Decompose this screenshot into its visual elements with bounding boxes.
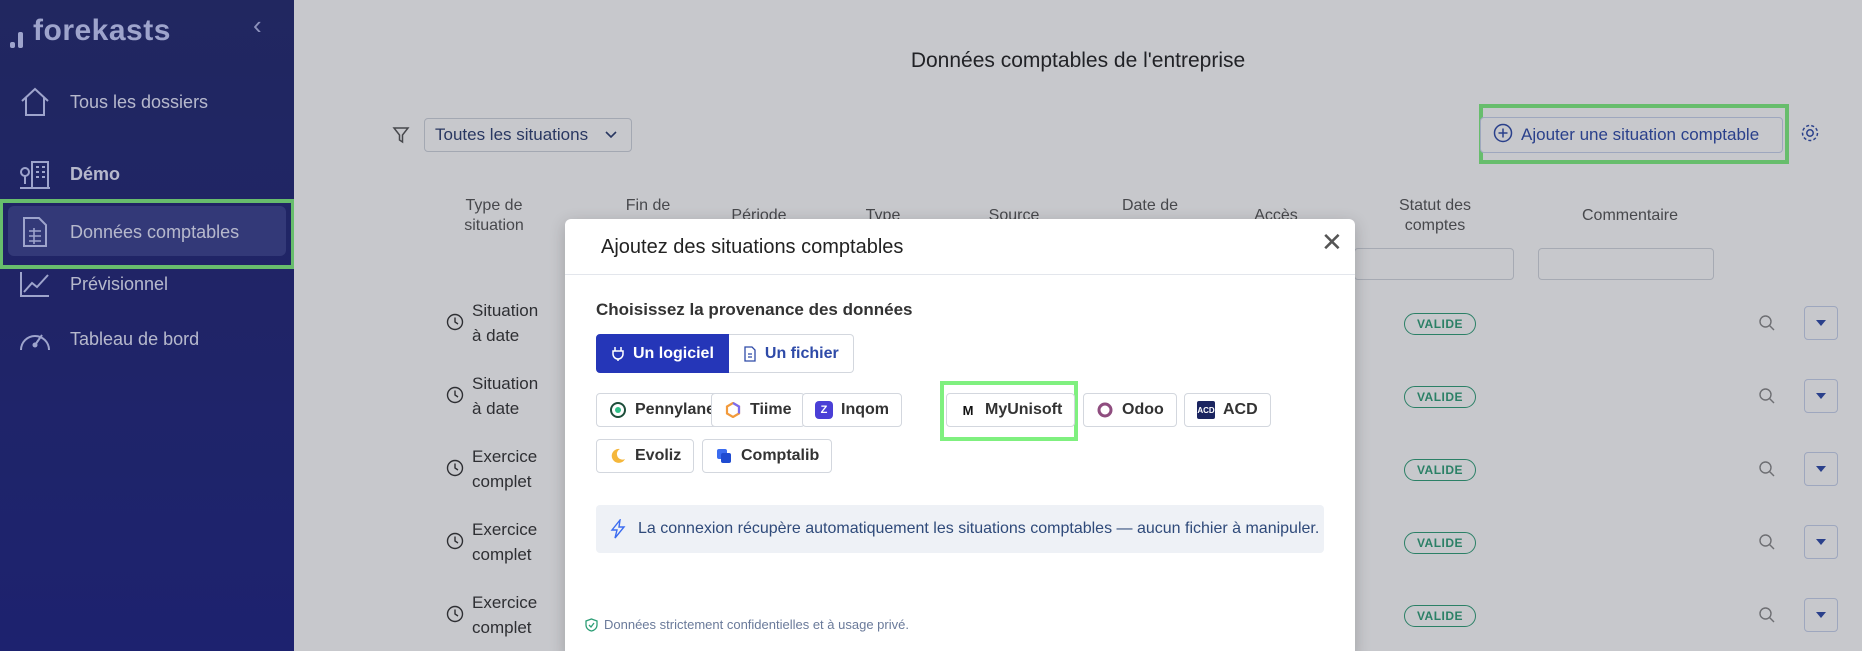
comptalib-logo-icon [715,447,733,465]
software-chip-inqom[interactable]: Z Inqom [802,393,902,427]
evoliz-logo-icon [609,447,627,465]
source-label: Choisissez la provenance des données [596,300,913,319]
pennylane-logo-icon [609,401,627,419]
source-option-software[interactable]: Un logiciel [596,334,729,373]
myunisoft-logo-icon: M [962,402,974,418]
add-situations-modal: Ajoutez des situations comptables ✕ Choi… [565,219,1355,651]
close-icon[interactable]: ✕ [1321,229,1343,255]
inqom-logo-icon: Z [815,401,833,419]
software-chip-evoliz[interactable]: Evoliz [596,439,695,473]
software-chip-label: Odoo [1122,401,1164,418]
file-icon [744,345,756,362]
software-chip-acd[interactable]: ACD ACD [1184,393,1271,427]
software-chip-odoo[interactable]: Odoo [1083,393,1177,427]
acd-logo-icon: ACD [1197,401,1215,419]
software-chip-label: Evoliz [635,447,682,464]
lightning-icon [610,519,626,539]
source-option-label: Un fichier [764,344,839,362]
info-text: La connexion récupère automatiquement le… [638,520,1320,537]
source-option-label: Un logiciel [633,344,714,362]
shield-icon [585,617,598,632]
software-chip-label: MyUnisoft [985,401,1063,418]
tiime-logo-icon [724,401,742,419]
source-toggle: Un logiciel Un fichier [596,334,854,373]
source-option-file[interactable]: Un fichier [728,334,854,373]
software-chip-comptalib[interactable]: Comptalib [702,439,833,473]
privacy-text: Données strictement confidentielles et à… [604,617,909,632]
modal-title: Ajoutez des situations comptables [601,236,904,258]
modal-divider [565,274,1355,275]
software-chip-label: Tiime [750,401,792,418]
info-banner: La connexion récupère automatiquement le… [596,505,1324,553]
software-chip-myunisoft[interactable]: M MyUnisoft [946,393,1076,427]
plug-icon [612,346,624,361]
software-chip-label: Inqom [841,401,889,418]
software-chip-tiime[interactable]: Tiime [711,393,805,427]
odoo-logo-icon [1096,401,1114,419]
software-chip-label: ACD [1223,401,1258,418]
privacy-note: Données strictement confidentielles et à… [585,617,909,632]
software-chip-label: Pennylane [635,401,716,418]
software-chip-pennylane[interactable]: Pennylane [596,393,729,427]
software-chip-label: Comptalib [741,447,820,464]
